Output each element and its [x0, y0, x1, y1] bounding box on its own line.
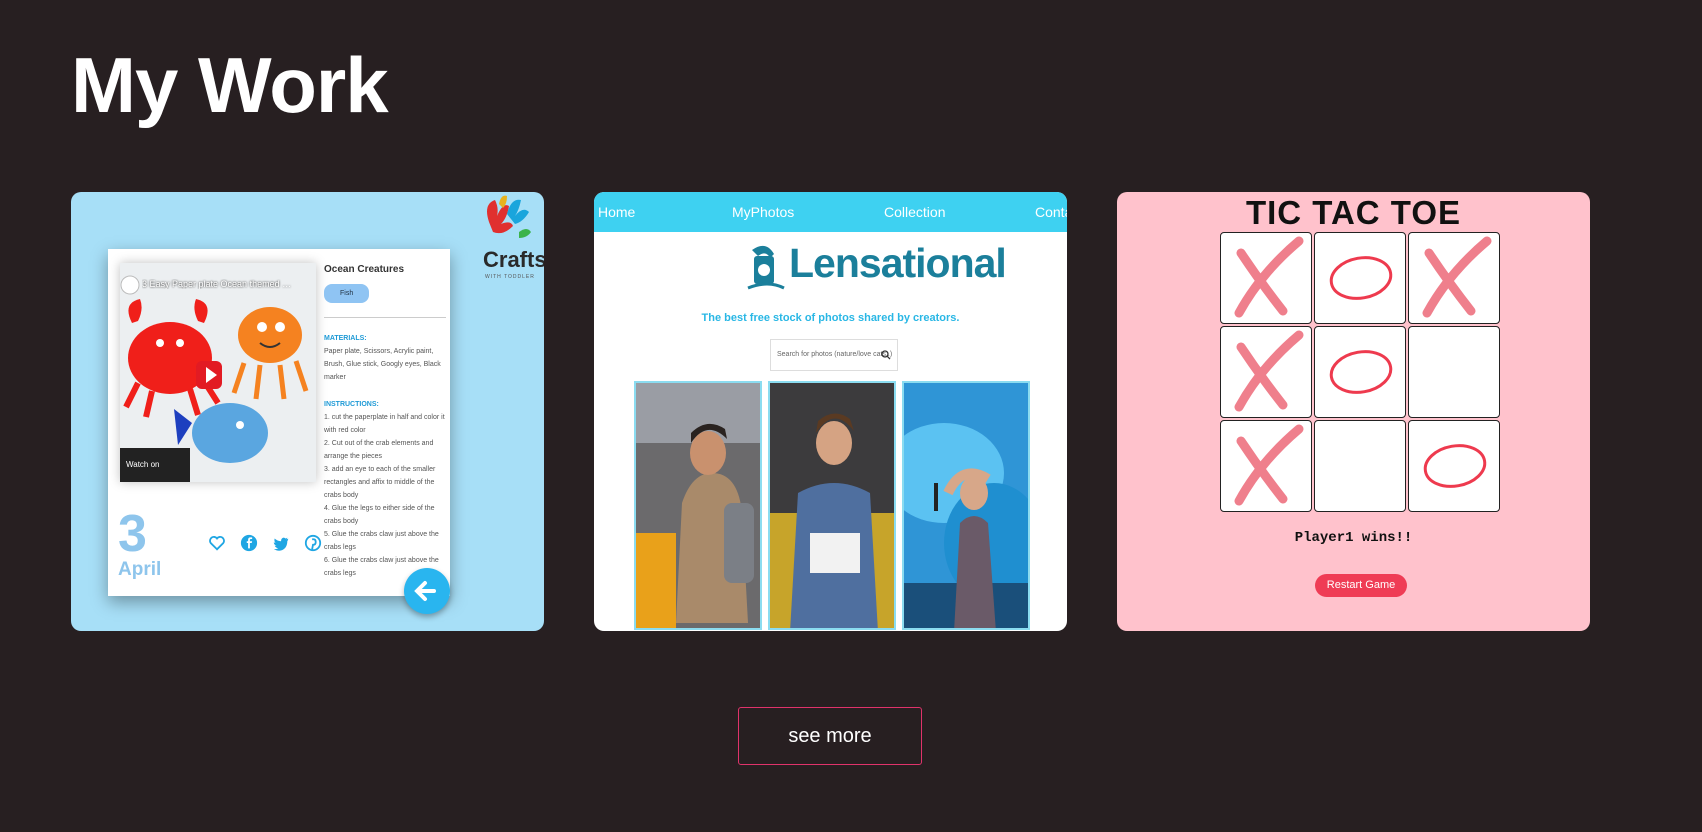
ttt-cell-x[interactable] — [1408, 232, 1500, 324]
search-placeholder: Search for photos (nature/love cats..) — [777, 351, 893, 358]
date-month: April — [118, 559, 162, 580]
instructions-heading: INSTRUCTIONS: — [324, 401, 379, 408]
twitter-icon[interactable] — [272, 534, 290, 552]
crafts-side-info: Ocean Creatures Fish MATERIALS: Paper pl… — [324, 263, 446, 580]
project-card-crafts[interactable]: Crafts WITH TODDLER 3 Easy Paper plate O… — [71, 192, 544, 631]
nav-myphotos[interactable]: MyPhotos — [732, 204, 794, 220]
divider — [324, 317, 446, 318]
o-mark-icon — [1329, 350, 1393, 394]
social-icons — [208, 534, 322, 552]
x-mark-icon — [1234, 236, 1304, 318]
pinterest-icon[interactable] — [304, 534, 322, 552]
ttt-cell-empty[interactable] — [1408, 326, 1500, 418]
instruction-item: 5. Glue the crabs claw just above the cr… — [324, 531, 439, 551]
instruction-item: 4. Glue the legs to either side of the c… — [324, 505, 435, 525]
nav-contact[interactable]: Contac — [1035, 204, 1067, 220]
x-mark-icon — [1234, 330, 1304, 412]
date-day: 3 — [118, 505, 147, 563]
materials-text: Paper plate, Scissors, Acrylic paint, Br… — [324, 348, 441, 381]
watch-on-youtube[interactable]: Watch on YouTube — [120, 448, 190, 482]
arrow-left-icon — [414, 581, 436, 601]
heart-icon[interactable] — [208, 534, 226, 552]
search-icon[interactable] — [881, 350, 891, 360]
crafts-tag[interactable]: Fish — [324, 284, 370, 303]
nav-collection[interactable]: Collection — [884, 204, 945, 220]
o-mark-icon — [1423, 444, 1487, 488]
restart-game-button[interactable]: Restart Game — [1315, 574, 1407, 597]
crafts-side-title: Ocean Creatures — [324, 264, 405, 275]
instruction-item: 3. add an eye to each of the smaller rec… — [324, 466, 436, 499]
lens-navbar: Home MyPhotos Collection Contac — [594, 192, 1067, 232]
project-card-lensational[interactable]: Home MyPhotos Collection Contac Lensatio… — [594, 192, 1067, 631]
photo-man-backpack-image — [636, 383, 760, 628]
nav-home[interactable]: Home — [598, 204, 635, 220]
project-card-tictactoe[interactable]: TIC TAC TOE Player1 wins!! Restart Game — [1117, 192, 1590, 631]
ttt-cell-x[interactable] — [1220, 326, 1312, 418]
ttt-cell-o[interactable] — [1314, 232, 1406, 324]
back-button[interactable] — [404, 568, 450, 614]
ttt-status: Player1 wins!! — [1294, 530, 1413, 546]
crafts-logo-text: Crafts — [483, 247, 544, 272]
photo-blue-smoke-image — [904, 383, 1028, 628]
photo-man-backpack[interactable] — [634, 381, 762, 630]
facebook-icon[interactable] — [240, 534, 258, 552]
instruction-item: 1. cut the paperplate in half and color … — [324, 414, 445, 434]
crafts-logo-subtitle: WITH TODDLER — [485, 274, 535, 280]
video-title: 3 Easy Paper plate Ocean themed crafts f… — [142, 279, 292, 289]
see-more-button[interactable]: see more — [738, 707, 922, 765]
ttt-board — [1220, 232, 1502, 513]
lens-brand: Lensational — [789, 240, 1007, 286]
ttt-title: TIC TAC TOE — [1245, 194, 1462, 231]
lens-tagline: The best free stock of photos shared by … — [701, 312, 960, 324]
ttt-cell-o[interactable] — [1314, 326, 1406, 418]
crafts-video-thumbnail[interactable]: 3 Easy Paper plate Ocean themed crafts f… — [120, 263, 316, 482]
ttt-cell-o[interactable] — [1408, 420, 1500, 512]
instruction-item: 2. Cut out of the crab elements and arra… — [324, 440, 434, 460]
lens-search-input[interactable]: Search for photos (nature/love cats..) — [770, 339, 898, 371]
ttt-cell-x[interactable] — [1220, 232, 1312, 324]
x-mark-icon — [1422, 236, 1492, 318]
ttt-cell-x[interactable] — [1220, 420, 1312, 512]
x-mark-icon — [1234, 424, 1304, 506]
ttt-cell-empty[interactable] — [1314, 420, 1406, 512]
crafts-content-panel: 3 Easy Paper plate Ocean themed crafts f… — [108, 249, 450, 596]
photo-man-notebook[interactable] — [768, 381, 896, 630]
materials-heading: MATERIALS: — [324, 335, 367, 342]
o-mark-icon — [1329, 256, 1393, 300]
section-title: My Work — [71, 41, 389, 129]
photo-man-notebook-image — [770, 383, 894, 628]
photo-blue-smoke[interactable] — [902, 381, 1030, 630]
